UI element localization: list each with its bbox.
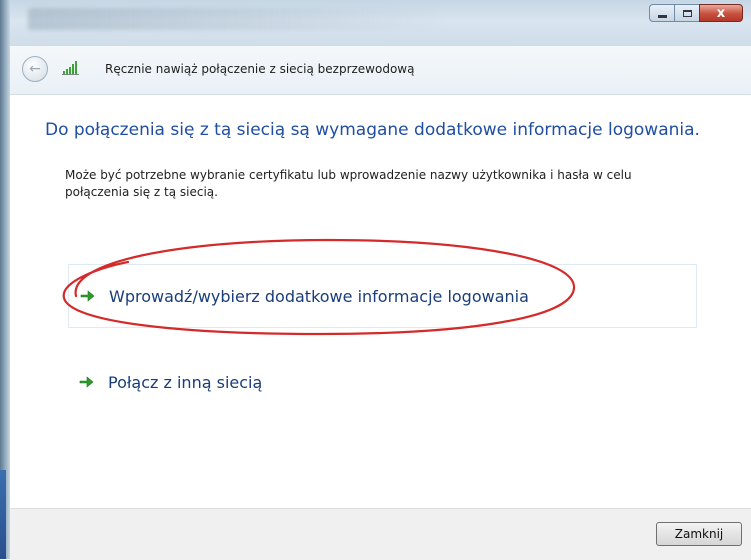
blurred-background-text xyxy=(28,8,448,30)
option-label: Wprowadź/wybierz dodatkowe informacje lo… xyxy=(109,286,529,306)
minimize-button[interactable] xyxy=(649,4,675,22)
close-button[interactable]: Zamknij xyxy=(656,522,742,546)
green-arrow-icon xyxy=(80,290,95,302)
maximize-button[interactable] xyxy=(674,4,700,22)
green-arrow-icon xyxy=(79,376,94,388)
back-arrow-icon: ← xyxy=(29,61,41,77)
page-heading: Do połączenia się z tą siecią są wymagan… xyxy=(45,120,700,140)
caption-buttons: x xyxy=(649,4,743,22)
close-icon: x xyxy=(716,5,726,21)
option-label: Połącz z inną siecią xyxy=(108,372,263,392)
minimize-icon xyxy=(657,14,667,18)
wireless-signal-icon xyxy=(62,61,79,75)
wizard-header: ← Ręcznie nawiąż połączenie z siecią bez… xyxy=(10,46,751,95)
wizard-title: Ręcznie nawiąż połączenie z siecią bezpr… xyxy=(105,62,415,76)
background-window-edge xyxy=(0,0,10,559)
close-window-button[interactable]: x xyxy=(699,4,743,22)
dialog-footer: Zamknij xyxy=(10,508,751,560)
maximize-icon xyxy=(682,9,692,17)
connect-other-network-link[interactable]: Połącz z inną siecią xyxy=(68,350,468,414)
page-description: Może być potrzebne wybranie certyfikatu … xyxy=(65,168,632,199)
title-bar[interactable]: x xyxy=(10,0,751,46)
back-button[interactable]: ← xyxy=(22,56,48,82)
enter-logon-info-link[interactable]: Wprowadź/wybierz dodatkowe informacje lo… xyxy=(68,264,697,328)
background-window-accent xyxy=(0,470,6,559)
